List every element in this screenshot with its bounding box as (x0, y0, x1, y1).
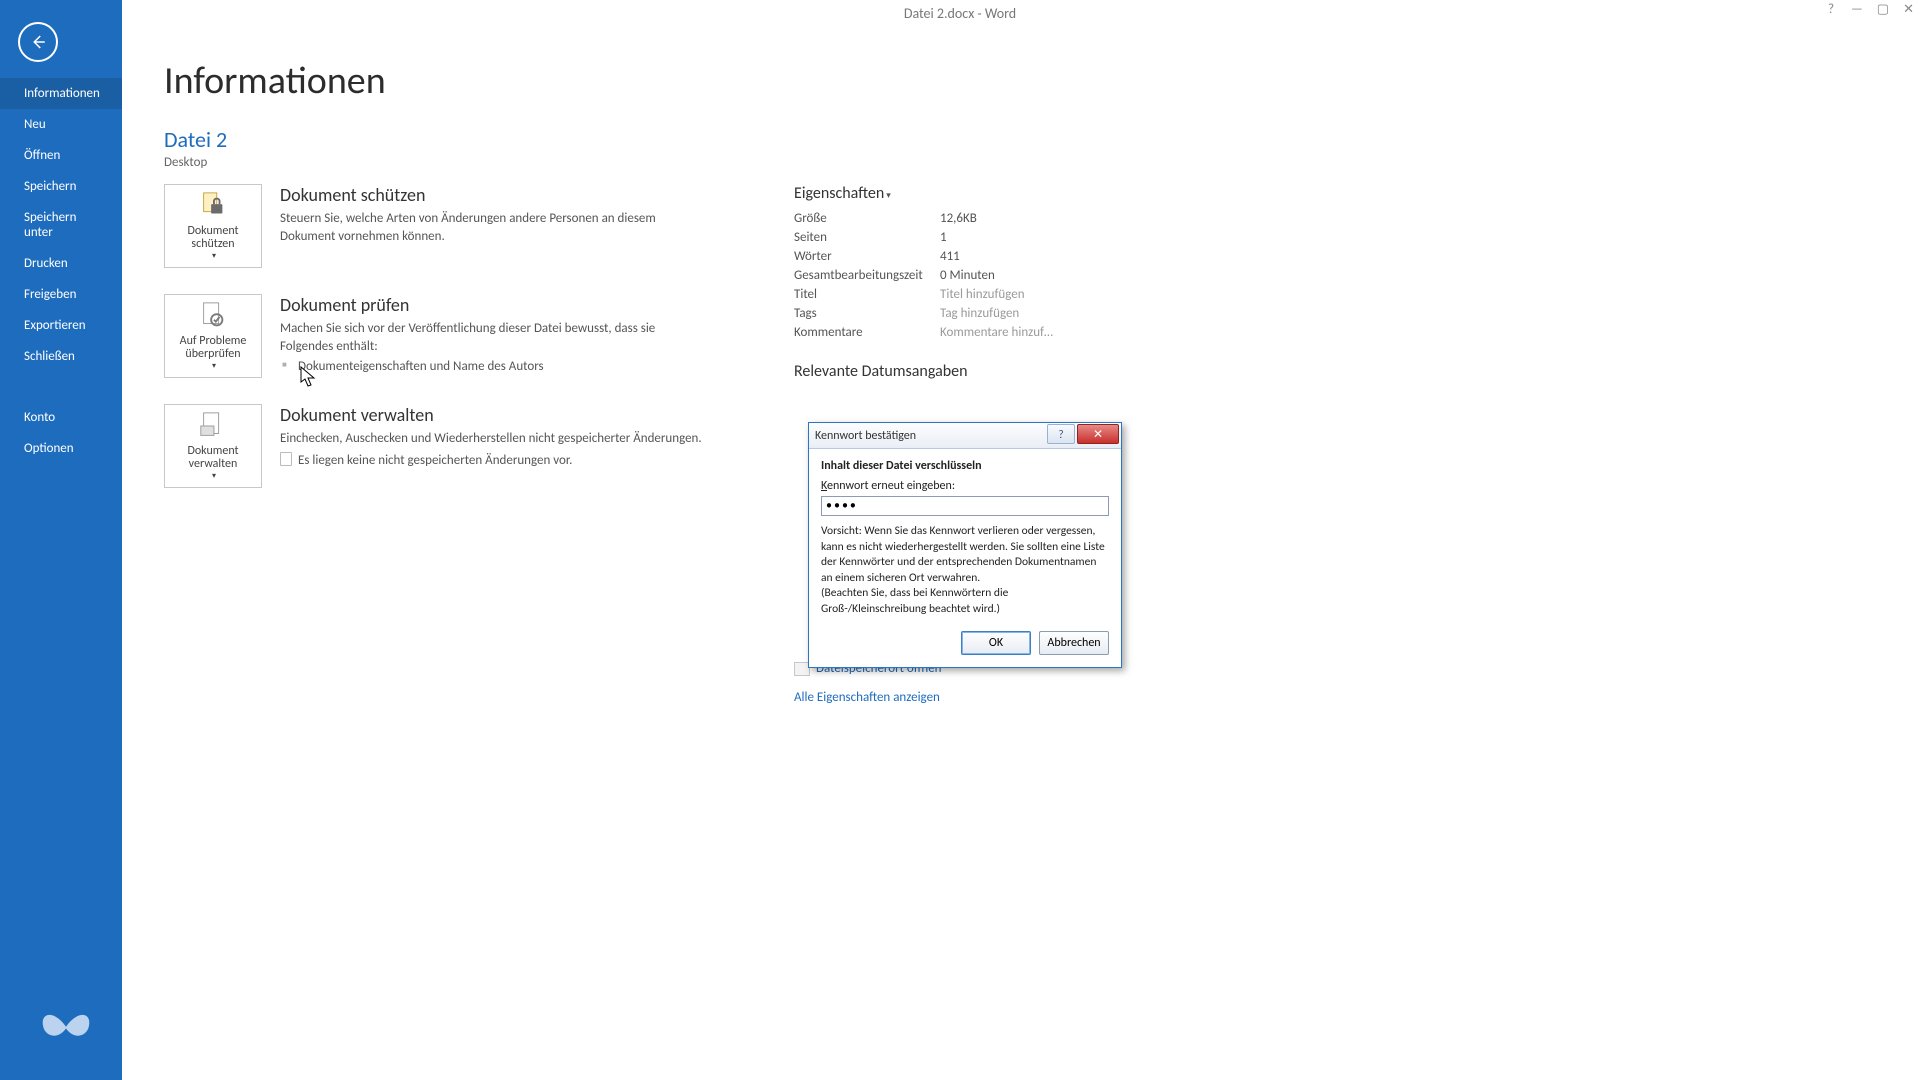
prop-tags: TagsTag hinzufügen (794, 306, 1053, 321)
nav-drucken[interactable]: Drucken (0, 248, 122, 279)
nav-speichern[interactable]: Speichern (0, 171, 122, 202)
ok-button[interactable]: OK (961, 631, 1031, 655)
inspect-tile-label: Auf Probleme überprüfen (169, 335, 257, 363)
back-button[interactable] (18, 22, 58, 62)
cancel-button[interactable]: Abbrechen (1039, 631, 1109, 655)
restore-icon[interactable]: ▢ (1877, 2, 1889, 17)
nav-primary: Informationen Neu Öffnen Speichern Speic… (0, 78, 122, 372)
password-input[interactable] (821, 496, 1109, 516)
section-protect: Dokument schützen▾ Dokument schützen Ste… (164, 184, 784, 268)
prop-edittime: Gesamtbearbeitungszeit0 Minuten (794, 268, 1053, 283)
prop-pages: Seiten1 (794, 230, 1053, 245)
manage-line: Es liegen keine nicht gespeicherten Ände… (298, 453, 572, 468)
prop-words: Wörter411 (794, 249, 1053, 264)
page-title: Informationen (164, 58, 1920, 104)
document-name: Datei 2 (164, 126, 1920, 153)
dialog-warning: Vorsicht: Wenn Sie das Kennwort verliere… (821, 524, 1109, 617)
nav-informationen[interactable]: Informationen (0, 78, 122, 109)
dialog-heading: Inhalt dieser Datei verschlüsseln (821, 459, 1109, 473)
document-icon (280, 452, 292, 466)
butterfly-logo (38, 997, 94, 1058)
properties-header[interactable]: Eigenschaften▾ (794, 184, 1053, 203)
help-icon[interactable]: ? (1828, 2, 1834, 17)
chevron-down-icon: ▾ (886, 190, 891, 201)
prop-title: TitelTitel hinzufügen (794, 287, 1053, 302)
show-all-properties-link[interactable]: Alle Eigenschaften anzeigen (794, 690, 1053, 705)
password-label: Kennwort erneut eingeben: (821, 479, 1109, 493)
manage-desc: Einchecken, Auschecken und Wiederherstel… (280, 430, 702, 448)
section-inspect: Auf Probleme überprüfen▾ Dokument prüfen… (164, 294, 784, 378)
protect-desc: Steuern Sie, welche Arten von Änderungen… (280, 210, 710, 245)
dialog-help-button[interactable]: ? (1047, 424, 1075, 444)
dialog-title: Kennwort bestätigen (815, 429, 916, 443)
protect-heading: Dokument schützen (280, 184, 710, 206)
backstage-sidebar: Informationen Neu Öffnen Speichern Speic… (0, 0, 122, 1080)
inspect-desc: Machen Sie sich vor der Veröffentlichung… (280, 320, 710, 355)
nav-freigeben[interactable]: Freigeben (0, 279, 122, 310)
inspect-heading: Dokument prüfen (280, 294, 710, 316)
manage-document-tile[interactable]: Dokument verwalten▾ (164, 404, 262, 488)
window-title: Datei 2.docx - Word (904, 5, 1016, 22)
title-bar: Datei 2.docx - Word ? — ▢ ✕ (0, 0, 1920, 26)
nav-speichern-unter[interactable]: Speichern unter (0, 202, 122, 248)
chevron-down-icon: ▾ (212, 472, 216, 481)
minimize-icon[interactable]: — (1851, 2, 1863, 17)
inspect-document-tile[interactable]: Auf Probleme überprüfen▾ (164, 294, 262, 378)
document-check-icon (198, 301, 228, 331)
nav-secondary: Konto Optionen (0, 402, 122, 464)
document-path: Desktop (164, 155, 1920, 170)
properties-table: Größe12,6KB Seiten1 Wörter411 Gesamtbear… (794, 211, 1053, 340)
dialog-titlebar[interactable]: Kennwort bestätigen ? ✕ (809, 423, 1121, 449)
protect-document-tile[interactable]: Dokument schützen▾ (164, 184, 262, 268)
nav-optionen[interactable]: Optionen (0, 433, 122, 464)
nav-schliessen[interactable]: Schließen (0, 341, 122, 372)
prop-size: Größe12,6KB (794, 211, 1053, 226)
chevron-down-icon: ▾ (212, 252, 216, 261)
protect-tile-label: Dokument schützen (169, 225, 257, 253)
window-controls: — ▢ ✕ (1851, 2, 1914, 17)
manage-heading: Dokument verwalten (280, 404, 702, 426)
confirm-password-dialog: Kennwort bestätigen ? ✕ Inhalt dieser Da… (808, 422, 1122, 668)
inspect-bullet: Dokumenteigenschaften und Name des Autor… (280, 359, 710, 374)
arrow-left-icon (29, 33, 47, 51)
prop-comments: KommentareKommentare hinzuf… (794, 325, 1053, 340)
nav-konto[interactable]: Konto (0, 402, 122, 433)
nav-oeffnen[interactable]: Öffnen (0, 140, 122, 171)
nav-exportieren[interactable]: Exportieren (0, 310, 122, 341)
manage-tile-label: Dokument verwalten (169, 445, 257, 473)
close-icon[interactable]: ✕ (1903, 2, 1914, 17)
document-manage-icon (198, 411, 228, 441)
section-manage: Dokument verwalten▾ Dokument verwalten E… (164, 404, 784, 488)
dialog-close-button[interactable]: ✕ (1077, 424, 1119, 444)
properties-header-label: Eigenschaften (794, 184, 884, 203)
related-dates-header: Relevante Datumsangaben (794, 362, 1053, 381)
nav-neu[interactable]: Neu (0, 109, 122, 140)
lock-document-icon (198, 191, 228, 221)
chevron-down-icon: ▾ (212, 362, 216, 371)
